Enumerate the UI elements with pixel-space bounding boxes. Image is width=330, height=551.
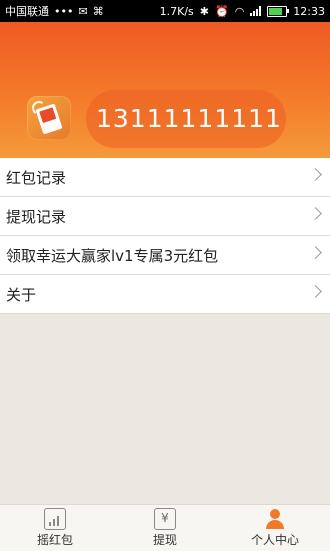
tab-label: 个人中心: [250, 533, 299, 547]
alarm-icon: ⏰: [214, 4, 229, 18]
carrier-label: 中国联通: [5, 5, 49, 18]
signal-icon: [250, 6, 262, 16]
bottom-tab-bar: 摇红包 ¥ 提现 个人中心: [0, 504, 330, 551]
tab-label: 摇红包: [36, 533, 73, 547]
app-logo-icon: [27, 96, 71, 140]
app-grid-icon: ⌘: [92, 4, 104, 18]
menu-item-red-packet-records[interactable]: 红包记录: [0, 158, 330, 197]
chart-icon: [44, 508, 66, 530]
network-speed: 1.7K/s: [159, 4, 194, 18]
chevron-right-icon: [309, 285, 322, 298]
menu-item-label: 关于: [6, 285, 37, 304]
chevron-right-icon: [309, 207, 322, 220]
clock: 12:33: [293, 4, 325, 18]
status-bar: 中国联通 ••• ✉ ⌘ 1.7K/s ✱ ⏰ ◠ 12:33: [0, 0, 330, 22]
person-icon: [264, 508, 286, 530]
wifi-icon: ◠: [234, 4, 245, 18]
chevron-right-icon: [309, 246, 322, 259]
tab-personal-center[interactable]: 个人中心: [220, 505, 330, 551]
battery-icon: [267, 5, 290, 17]
menu-item-claim-bonus[interactable]: 领取幸运大赢家lv1专属3元红包: [0, 236, 330, 275]
menu-item-withdraw-records[interactable]: 提现记录: [0, 197, 330, 236]
status-dots: •••: [54, 4, 74, 18]
tab-withdraw[interactable]: ¥ 提现: [110, 505, 220, 551]
menu-item-about[interactable]: 关于: [0, 275, 330, 314]
yuan-icon: ¥: [154, 508, 176, 530]
menu-item-label: 提现记录: [6, 207, 67, 226]
settings-menu: 红包记录 提现记录 领取幸运大赢家lv1专属3元红包 关于: [0, 158, 330, 314]
menu-item-label: 红包记录: [6, 168, 67, 187]
menu-item-label: 领取幸运大赢家lv1专属3元红包: [6, 246, 219, 265]
mail-icon: ✉: [78, 4, 88, 18]
bluetooth-icon: ✱: [199, 4, 209, 18]
tab-shake-red-packet[interactable]: 摇红包: [0, 505, 110, 551]
tab-label: 提现: [152, 533, 177, 547]
profile-header: 13111111111: [0, 22, 330, 158]
phone-number: 13111111111: [96, 104, 282, 133]
chevron-right-icon: [309, 168, 322, 181]
